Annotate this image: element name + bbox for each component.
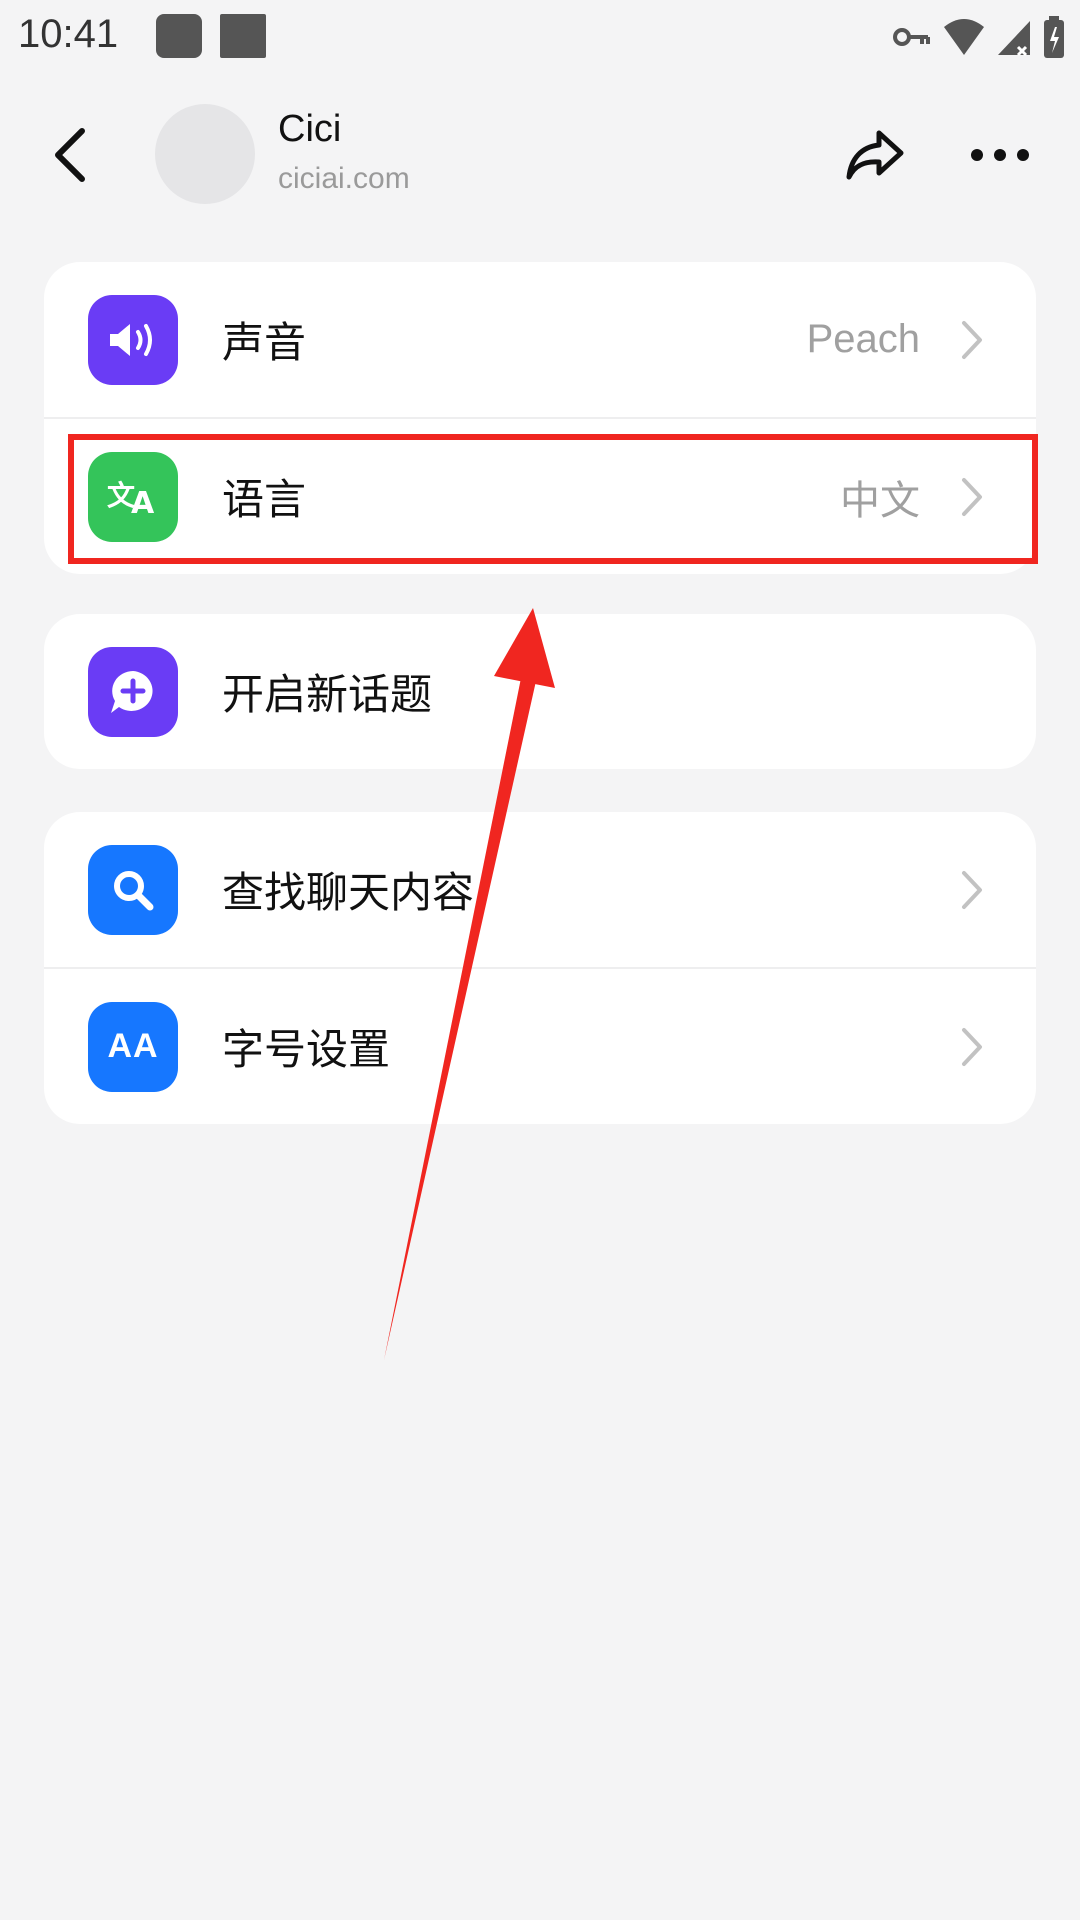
- chat-plus-icon: [88, 646, 178, 737]
- more-icon: [971, 149, 1029, 161]
- annotation-highlight-box: [68, 434, 1038, 564]
- app-square-icon: [220, 14, 266, 58]
- settings-card-chat-tools: 查找聊天内容 AA 字号设置: [44, 812, 1036, 1124]
- search-chat-row[interactable]: 查找聊天内容: [44, 812, 1036, 967]
- chevron-right-icon: [960, 318, 990, 362]
- share-icon: [846, 130, 904, 180]
- back-button[interactable]: [40, 120, 100, 190]
- status-bar: 10:41: [0, 0, 1080, 80]
- search-chat-label: 查找聊天内容: [222, 868, 475, 917]
- voice-label: 声音: [222, 318, 307, 367]
- settings-card-new-topic: 开启新话题: [44, 614, 1036, 769]
- vpn-key-icon: [893, 28, 930, 46]
- voice-value: Peach: [806, 317, 920, 361]
- speaker-icon: [88, 294, 178, 385]
- more-options-button[interactable]: [960, 120, 1040, 190]
- app-square-icon: [156, 14, 202, 58]
- bot-domain: ciciai.com: [278, 162, 410, 195]
- search-icon: [88, 844, 178, 935]
- share-button[interactable]: [840, 120, 910, 190]
- font-size-icon-text: AA: [107, 1027, 159, 1065]
- font-size-label: 字号设置: [222, 1025, 391, 1074]
- chat-header: Cici ciciai.com: [0, 90, 1080, 220]
- battery-icon: [1044, 16, 1064, 58]
- new-topic-label: 开启新话题: [222, 670, 433, 719]
- chevron-right-icon: [960, 868, 990, 912]
- signal-icon: [998, 21, 1030, 57]
- font-size-icon: AA: [88, 1001, 178, 1092]
- chevron-right-icon: [960, 1025, 990, 1069]
- font-size-row[interactable]: AA 字号设置: [44, 967, 1036, 1124]
- status-time: 10:41: [18, 12, 119, 56]
- wifi-icon: [944, 19, 984, 55]
- new-topic-row[interactable]: 开启新话题: [44, 614, 1036, 769]
- back-arrow-icon: [55, 128, 85, 182]
- bot-name: Cici: [278, 108, 342, 150]
- voice-setting-row[interactable]: 声音 Peach: [44, 262, 1036, 417]
- avatar[interactable]: [155, 104, 255, 204]
